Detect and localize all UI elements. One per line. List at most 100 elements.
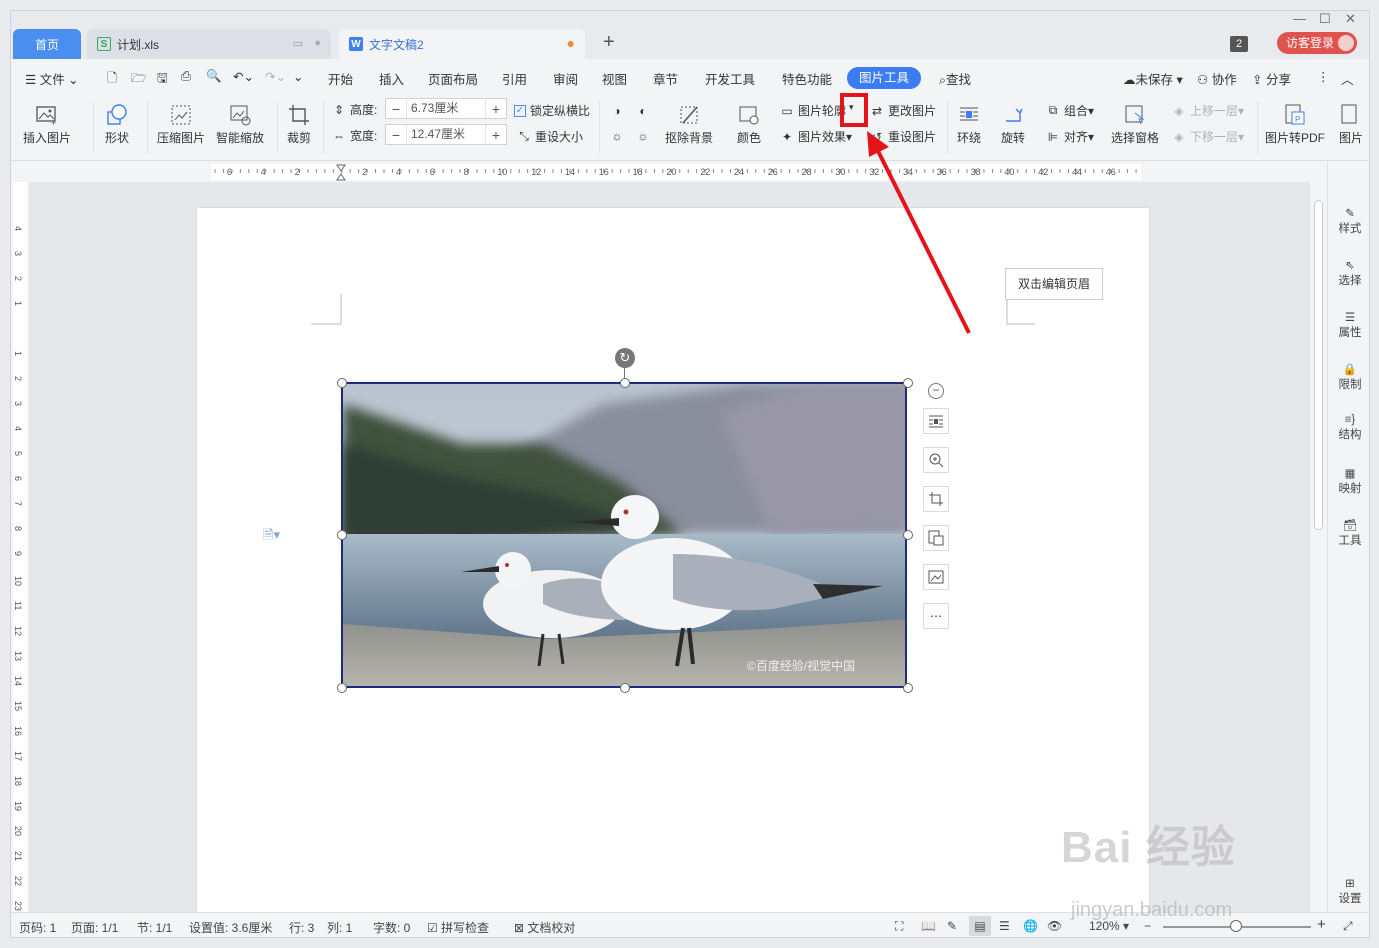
resize-handle-bl[interactable] — [337, 683, 347, 693]
panel-mapping[interactable]: ▦ 映射 — [1328, 466, 1369, 496]
group-button[interactable]: ⧉ 组合 ▾ — [1045, 102, 1094, 119]
read-mode-icon[interactable]: 📖 — [921, 919, 936, 933]
eye-protection-icon[interactable]: 👁 — [1047, 919, 1062, 933]
document-canvas[interactable]: 双击编辑页眉 🗎▾ ↻ ©百度经验/视觉中国 − ⋯ — [29, 182, 1310, 912]
page-view-icon[interactable]: ▤ — [969, 916, 991, 936]
horizontal-ruler[interactable]: 6 4 2 2 4 6 8 10 12 14 16 18 20 22 24 26 28 30 32 34 36 38 40 4… — [11, 162, 1310, 182]
resize-handle-r[interactable] — [903, 530, 913, 540]
print-icon[interactable]: ⎙ — [181, 69, 191, 84]
rotate-handle-icon[interactable]: ↻ — [615, 348, 635, 368]
web-view-icon[interactable]: 🌐 — [1023, 919, 1038, 933]
more-icon[interactable]: ⋮ — [1317, 69, 1330, 84]
panel-tools[interactable]: 🗃 工具 — [1328, 518, 1369, 548]
tab-home[interactable]: 首页 — [13, 29, 81, 59]
panel-settings[interactable]: ⊞ 设置 — [1328, 876, 1369, 906]
compress-picture-button[interactable]: 压缩图片 — [157, 101, 205, 146]
redo-icon[interactable]: ↷⌄ — [265, 69, 286, 84]
menu-picture-tools[interactable]: 图片工具 — [847, 67, 921, 89]
lock-ratio-checkbox[interactable]: ✓ 锁定纵横比 — [514, 102, 590, 119]
align-button[interactable]: ⊫ 对齐 ▾ — [1045, 128, 1094, 145]
resize-handle-t[interactable] — [620, 378, 630, 388]
search-button[interactable]: ⌕查找 — [939, 69, 971, 88]
height-decrease-button[interactable]: − — [386, 101, 406, 117]
fit-window-icon[interactable]: ⤢ — [1343, 919, 1353, 934]
document-page[interactable]: 双击编辑页眉 🗎▾ ↻ ©百度经验/视觉中国 − ⋯ — [197, 208, 1149, 912]
selection-pane-button[interactable]: 选择窗格 — [1111, 101, 1159, 146]
menu-chapter[interactable]: 章节 — [653, 69, 678, 88]
collapse-tools-icon[interactable]: − — [928, 383, 944, 399]
height-value[interactable]: 6.73厘米 — [406, 99, 486, 118]
color-button[interactable]: 颜色 — [735, 101, 763, 146]
zoom-in-button[interactable]: + — [1317, 916, 1326, 933]
menu-special[interactable]: 特色功能 — [782, 69, 832, 88]
contrast-up-button[interactable]: ◑ — [609, 103, 628, 119]
tab-document[interactable]: W 文字文稿2 ● — [339, 29, 585, 59]
close-icon[interactable]: ✕ — [1345, 11, 1356, 27]
status-setting[interactable]: 设置值: 3.6厘米 — [189, 919, 272, 936]
file-menu[interactable]: ☰ 文件 ⌄ — [25, 69, 79, 88]
vertical-scrollbar[interactable] — [1310, 182, 1327, 912]
spell-check-button[interactable]: ☑ 拼写检查 — [427, 919, 489, 936]
rotate-button[interactable]: 旋转 — [999, 101, 1027, 146]
menu-start[interactable]: 开始 — [328, 69, 353, 88]
insert-picture-button[interactable]: + 插入图片 — [23, 101, 71, 146]
outline-view-icon[interactable]: ☰ — [999, 919, 1010, 933]
new-tab-button[interactable]: + — [603, 31, 615, 54]
window-count-badge[interactable]: 2 — [1230, 36, 1248, 52]
resize-handle-tl[interactable] — [337, 378, 347, 388]
width-increase-button[interactable]: + — [486, 127, 506, 143]
status-words[interactable]: 字数: 0 — [373, 919, 410, 936]
paragraph-icon[interactable]: 🗎▾ — [263, 526, 280, 548]
panel-structure[interactable]: ≡} 结构 — [1328, 414, 1369, 442]
menu-reference[interactable]: 引用 — [502, 69, 527, 88]
tab-spreadsheet[interactable]: S 计划.xls ▭ ● — [87, 29, 331, 59]
fullscreen-icon[interactable]: ⛶ — [895, 919, 903, 934]
vertical-ruler[interactable]: 4 3 2 1 1 2 3 4 5 6 7 8 9 10 11 12 13 14 15 16 17 18 19 20 21 22 2… — [11, 182, 29, 912]
change-picture-button[interactable]: ⇄ 更改图片 — [869, 102, 936, 119]
crop-button[interactable]: 裁剪 — [285, 101, 313, 146]
edit-header-tooltip[interactable]: 双击编辑页眉 — [1005, 268, 1103, 300]
width-spinner[interactable]: − 12.47厘米 + — [385, 124, 507, 145]
menu-dev-tools[interactable]: 开发工具 — [705, 69, 755, 88]
resize-handle-tr[interactable] — [903, 378, 913, 388]
save-icon[interactable]: 🖫 — [157, 69, 168, 90]
unsaved-button[interactable]: ☁未保存 ▾ — [1123, 69, 1183, 88]
status-page-code[interactable]: 页码: 1 — [19, 919, 56, 936]
extract-text-icon[interactable] — [923, 525, 949, 551]
menu-page-layout[interactable]: 页面布局 — [428, 69, 478, 88]
collab-button[interactable]: ⚇ 协作 — [1197, 69, 1237, 88]
proofread-button[interactable]: ⊠ 文档校对 — [514, 919, 575, 936]
picture-to-pdf-button[interactable]: P 图片转PDF — [1265, 101, 1325, 146]
zoom-in-icon[interactable] — [923, 447, 949, 473]
menu-insert[interactable]: 插入 — [379, 69, 404, 88]
customize-icon[interactable]: ⌄ — [293, 69, 303, 84]
layout-options-icon[interactable] — [923, 408, 949, 434]
status-row[interactable]: 行: 3 — [289, 919, 314, 936]
resize-handle-br[interactable] — [903, 683, 913, 693]
guest-login-button[interactable]: 访客登录 — [1277, 32, 1357, 54]
remove-background-button[interactable]: 抠除背景 — [665, 101, 713, 146]
pen-icon[interactable]: ✎ — [947, 919, 957, 933]
panel-style[interactable]: ✎ 样式 — [1328, 206, 1369, 236]
share-button[interactable]: ⇪ 分享 — [1252, 69, 1291, 88]
send-backward-button[interactable]: ◈ 下移一层 ▾ — [1171, 128, 1244, 145]
unsaved-dot-icon[interactable]: ● — [567, 35, 575, 51]
width-value[interactable]: 12.47厘米 — [406, 125, 486, 144]
contrast-down-button[interactable]: ◐ — [635, 103, 654, 119]
open-folder-icon[interactable]: 🗁 — [131, 69, 147, 90]
maximize-icon[interactable]: ☐ — [1319, 11, 1331, 27]
picture-effect-button[interactable]: ✦ 图片效果 ▾ — [779, 128, 852, 145]
crop-tool-icon[interactable] — [923, 486, 949, 512]
reset-size-button[interactable]: ⤡ 重设大小 — [516, 128, 583, 145]
more-options-icon[interactable]: ⋯ — [923, 603, 949, 629]
tab-dot-icon[interactable]: ● — [314, 37, 321, 49]
menu-review[interactable]: 审阅 — [553, 69, 578, 88]
collapse-ribbon-icon[interactable]: ︿ — [1341, 69, 1354, 88]
seagull-photo[interactable]: ©百度经验/视觉中国 — [341, 382, 907, 688]
undo-icon[interactable]: ↶⌄ — [233, 69, 254, 84]
shape-button[interactable]: 形状 — [103, 101, 131, 146]
height-increase-button[interactable]: + — [486, 101, 506, 117]
print-preview-icon[interactable]: 🔍 — [206, 69, 222, 84]
picture-outline-button[interactable]: ▭ 图片轮廓 — [779, 102, 846, 119]
new-doc-icon[interactable]: 🗋 — [107, 69, 117, 90]
